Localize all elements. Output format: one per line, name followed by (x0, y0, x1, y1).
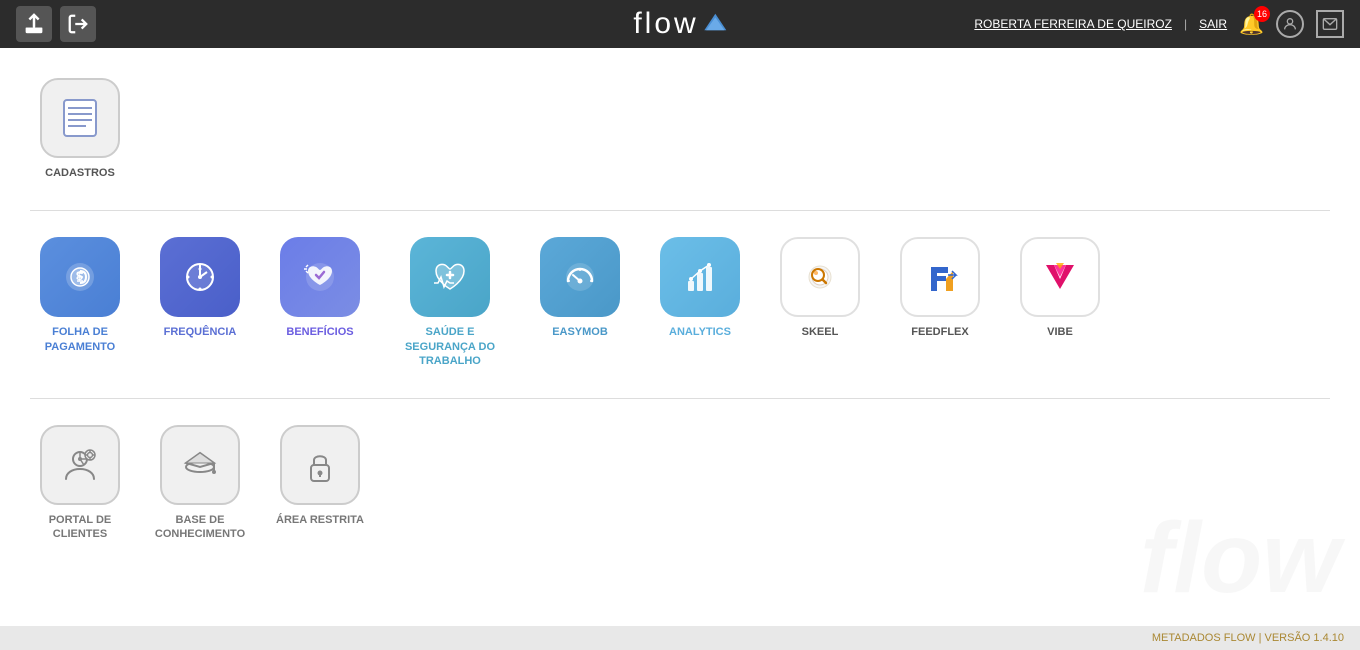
easymob-label: EASYMOB (552, 325, 608, 339)
divider-1 (30, 210, 1330, 211)
logout-link[interactable]: SAIR (1199, 17, 1227, 31)
cadastros-grid: CADASTROS (30, 68, 1330, 190)
app-item-easymob[interactable]: EASYMOB (530, 237, 630, 368)
bottom-grid: Portal de Clientes Base de Conhecimento (30, 415, 1330, 552)
app-item-saude[interactable]: SAÚDE E SEGURANÇA DO TRABALHO (390, 237, 510, 368)
section-apps: $ FOLHA DE PAGAMENTO (30, 227, 1330, 378)
feedflex-icon (900, 237, 980, 317)
user-name-link[interactable]: ROBERTA FERREIRA DE QUEIROZ (974, 17, 1172, 31)
apps-grid: $ FOLHA DE PAGAMENTO (30, 227, 1330, 378)
base-icon (160, 425, 240, 505)
saude-icon (410, 237, 490, 317)
header-left (16, 6, 96, 42)
area-label: Área Restrita (276, 513, 364, 527)
header-right: ROBERTA FERREIRA DE QUEIROZ | SAIR 🔔 16 (974, 10, 1344, 38)
feedflex-label: FEEDFLEX (911, 325, 968, 339)
app-item-cadastros[interactable]: CADASTROS (30, 78, 130, 180)
cadastros-icon (40, 78, 120, 158)
folha-icon: $ (40, 237, 120, 317)
app-item-skeel[interactable]: SKEEL (770, 237, 870, 368)
beneficios-icon (280, 237, 360, 317)
base-label: Base de Conhecimento (150, 513, 250, 542)
analytics-label: ANALYTICS (669, 325, 731, 339)
skeel-icon (780, 237, 860, 317)
analytics-icon (660, 237, 740, 317)
mail-icon[interactable] (1316, 10, 1344, 38)
app-item-portal[interactable]: Portal de Clientes (30, 425, 130, 542)
notification-bell[interactable]: 🔔 16 (1239, 12, 1264, 37)
portal-label: Portal de Clientes (30, 513, 130, 542)
skeel-label: SKEEL (802, 325, 839, 339)
exit-app-button[interactable] (60, 6, 96, 42)
saude-label: SAÚDE E SEGURANÇA DO TRABALHO (390, 325, 510, 368)
app-item-vibe[interactable]: VIBE (1010, 237, 1110, 368)
app-item-folha[interactable]: $ FOLHA DE PAGAMENTO (30, 237, 130, 368)
app-item-feedflex[interactable]: FEEDFLEX (890, 237, 990, 368)
app-logo: flow (633, 7, 726, 41)
svg-text:$: $ (76, 269, 83, 283)
user-profile-icon[interactable] (1276, 10, 1304, 38)
main-content: CADASTROS $ FOLH (0, 48, 1360, 626)
notification-badge: 16 (1254, 6, 1270, 22)
portal-icon (40, 425, 120, 505)
app-item-beneficios[interactable]: BENEFÍCIOS (270, 237, 370, 368)
footer: METADADOS FLOW | VERSÃO 1.4.10 (0, 626, 1360, 650)
section-cadastros: CADASTROS (30, 68, 1330, 190)
section-bottom: Portal de Clientes Base de Conhecimento (30, 415, 1330, 552)
app-item-analytics[interactable]: ANALYTICS (650, 237, 750, 368)
cadastros-label: CADASTROS (45, 166, 115, 180)
header: flow ROBERTA FERREIRA DE QUEIROZ | SAIR … (0, 0, 1360, 48)
vibe-icon (1020, 237, 1100, 317)
frequencia-label: FREQUÊNCIA (164, 325, 237, 339)
footer-text: METADADOS FLOW | VERSÃO 1.4.10 (1152, 632, 1344, 644)
vibe-label: VIBE (1047, 325, 1073, 339)
app-item-base[interactable]: Base de Conhecimento (150, 425, 250, 542)
area-icon (280, 425, 360, 505)
easymob-icon (540, 237, 620, 317)
app-item-frequencia[interactable]: FREQUÊNCIA (150, 237, 250, 368)
frequencia-icon (160, 237, 240, 317)
divider-2 (30, 398, 1330, 399)
folha-label: FOLHA DE PAGAMENTO (30, 325, 130, 354)
upload-button[interactable] (16, 6, 52, 42)
app-item-area-restrita[interactable]: Área Restrita (270, 425, 370, 542)
beneficios-label: BENEFÍCIOS (286, 325, 353, 339)
